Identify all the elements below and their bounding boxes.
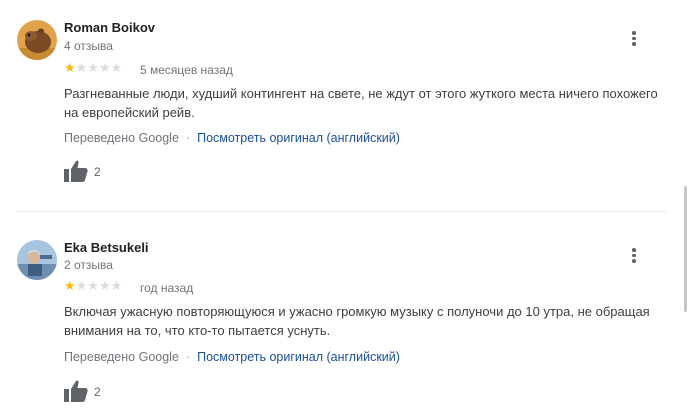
more-vert-icon[interactable] <box>625 246 643 266</box>
review-text: Включая ужасную повторяющуюся и ужасно г… <box>64 304 650 338</box>
avatar[interactable] <box>17 240 57 280</box>
thumb-up-icon <box>64 160 88 182</box>
view-original-link[interactable]: Посмотреть оригинал (английский) <box>197 131 400 145</box>
star-rating: ★★★★★ <box>64 61 122 75</box>
translation-note: Переведено Google · Посмотреть оригинал (а… <box>64 350 400 364</box>
star-filled-icon: ★ <box>64 278 76 293</box>
more-vert-icon[interactable] <box>625 29 643 49</box>
star-rating: ★★★★★ <box>64 279 122 293</box>
review-count: 4 отзыва <box>64 39 113 53</box>
review-date: год назад <box>140 281 194 295</box>
separator: · <box>185 131 191 145</box>
like-count: 2 <box>94 385 101 399</box>
separator: · <box>185 350 191 364</box>
scrollbar[interactable] <box>684 186 687 312</box>
author-name[interactable]: Roman Boikov <box>64 20 155 35</box>
divider <box>17 211 667 212</box>
translated-label: Переведено Google <box>64 131 179 145</box>
review-date: 5 месяцев назад <box>140 63 233 77</box>
star-empty-icon: ★★★★ <box>75 60 123 75</box>
like-count: 2 <box>94 165 101 179</box>
star-filled-icon: ★ <box>64 60 76 75</box>
review-text: Разгневанные люди, худший контингент на … <box>64 86 658 120</box>
thumb-up-icon <box>64 380 88 402</box>
translated-label: Переведено Google <box>64 350 179 364</box>
review-count: 2 отзыва <box>64 258 113 272</box>
avatar[interactable] <box>17 20 57 60</box>
author-name[interactable]: Eka Betsukeli <box>64 240 149 255</box>
translation-note: Переведено Google · Посмотреть оригинал (а… <box>64 131 400 145</box>
star-empty-icon: ★★★★ <box>75 278 123 293</box>
view-original-link[interactable]: Посмотреть оригинал (английский) <box>197 350 400 364</box>
